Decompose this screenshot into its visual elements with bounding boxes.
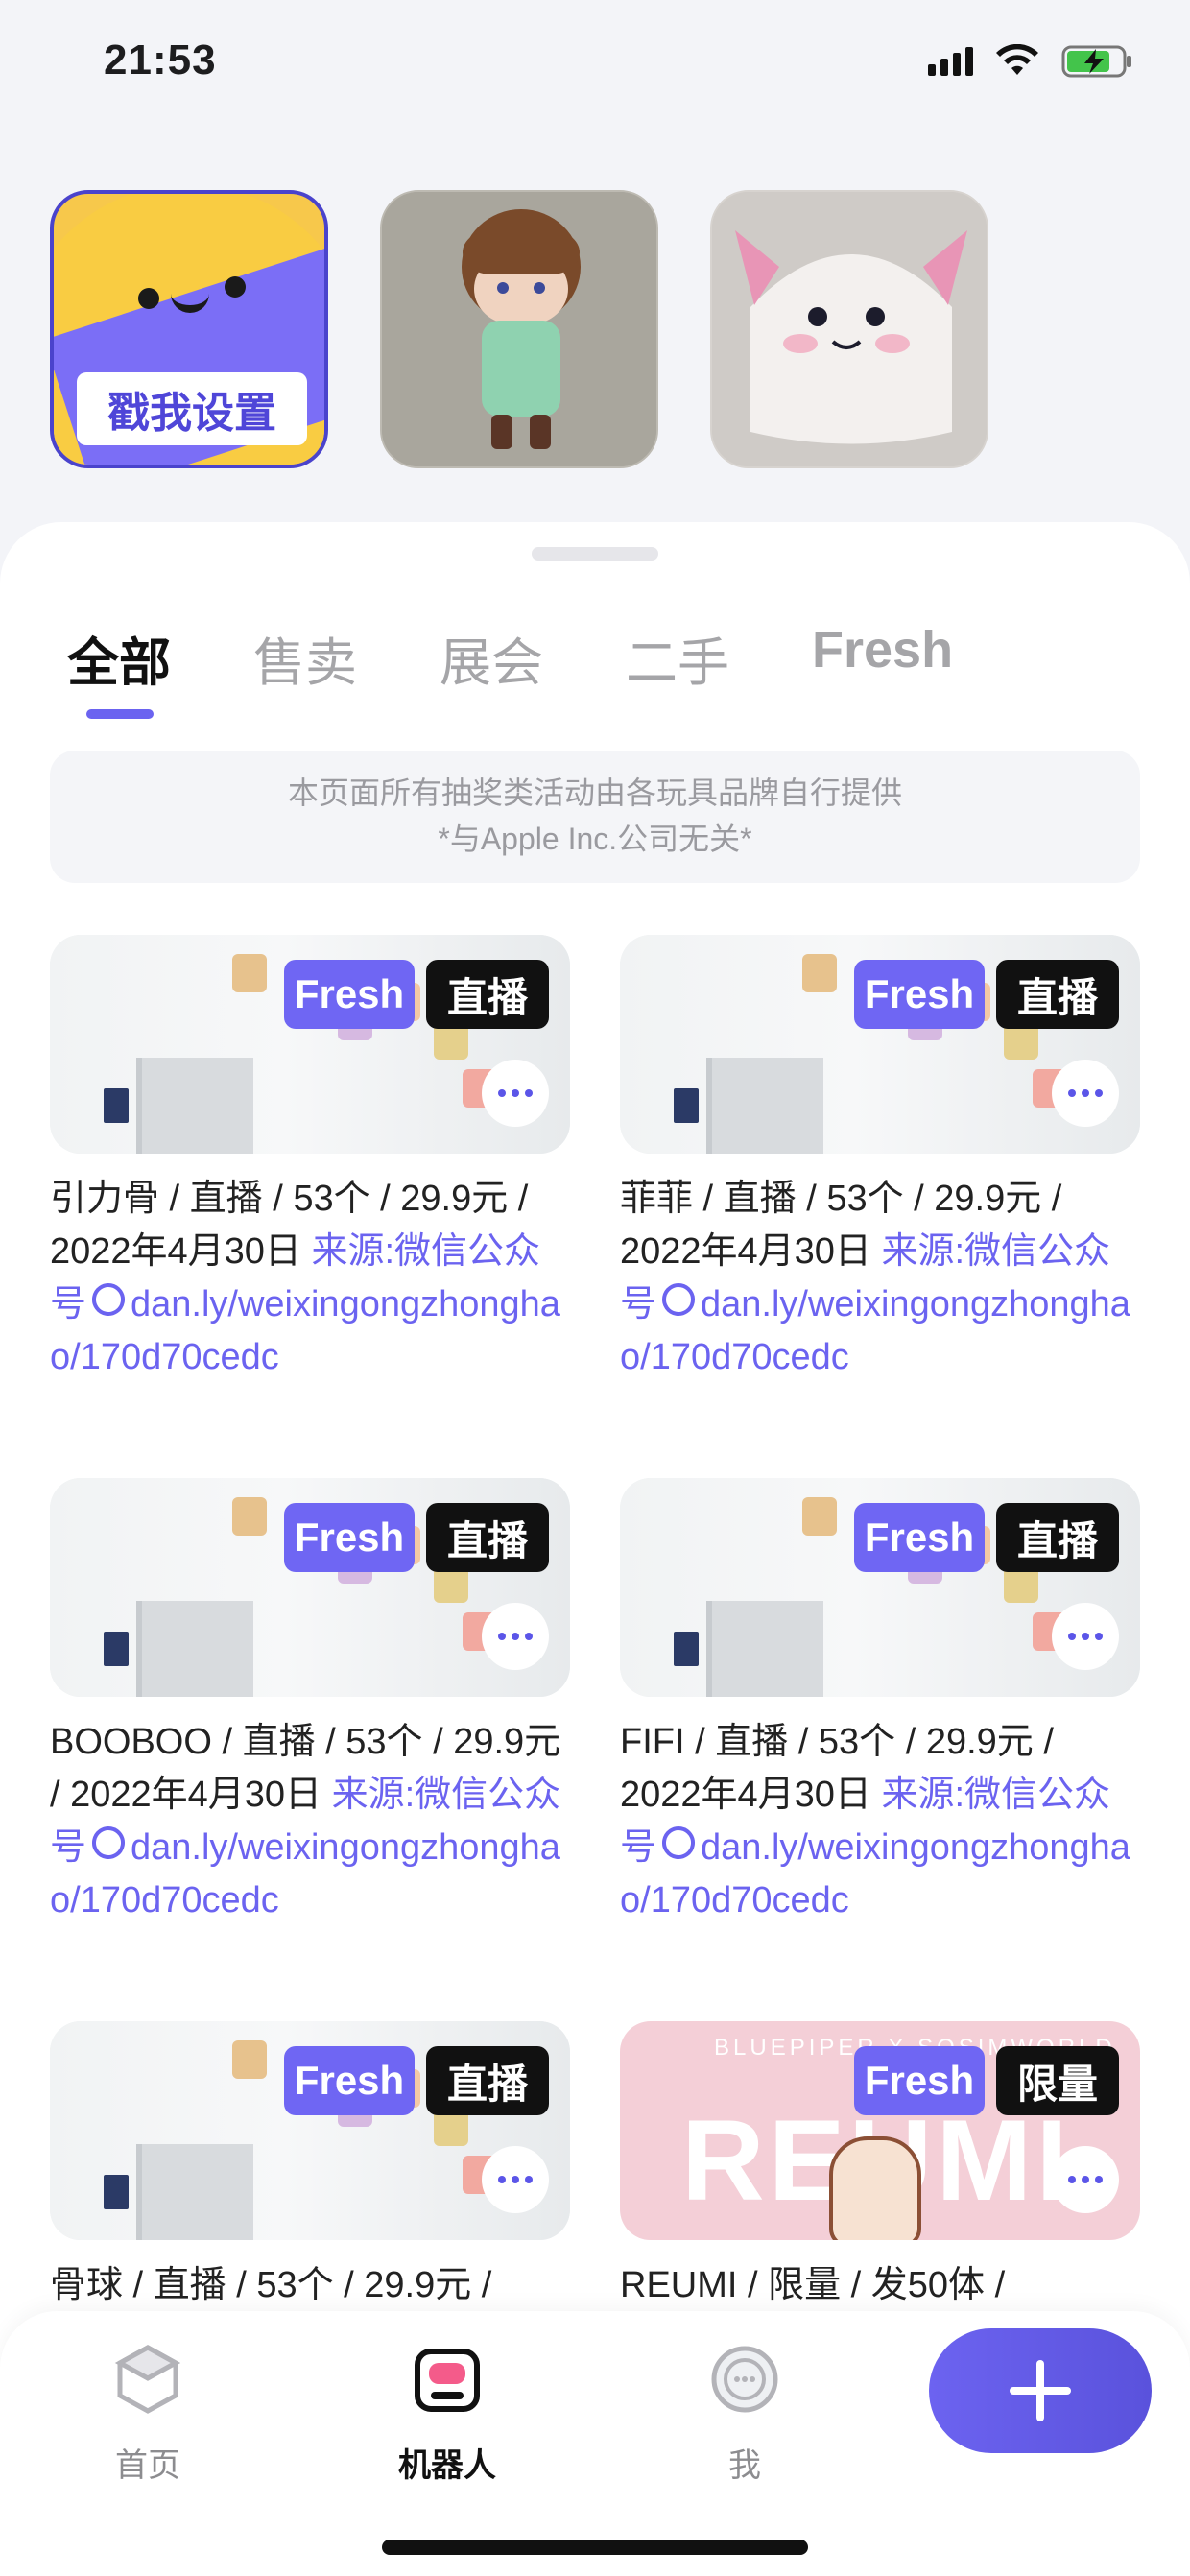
status-icons	[928, 44, 1134, 79]
card-info: 骨球 / 直播 / 53个 / 29.9元 /	[50, 2265, 492, 2305]
more-button[interactable]	[1052, 1060, 1119, 1127]
event-thumbnail: Fresh 直播	[50, 935, 570, 1154]
robot-icon	[415, 2349, 480, 2412]
add-button[interactable]	[929, 2328, 1152, 2453]
type-badge: 限量	[996, 2046, 1119, 2115]
nav-home[interactable]: 首页	[71, 2342, 225, 2486]
card-description: 骨球 / 直播 / 53个 / 29.9元 /	[50, 2259, 570, 2312]
status-bar: 21:53	[0, 0, 1190, 134]
event-thumbnail: Fresh 直播	[50, 2021, 570, 2240]
toy-avatar-ghost[interactable]	[710, 190, 988, 468]
nav-robot[interactable]: 机器人	[370, 2342, 524, 2486]
type-badge: 直播	[426, 960, 549, 1029]
event-thumbnail: Fresh 直播	[620, 1478, 1140, 1697]
card-link[interactable]: dan.ly/weixingongzhonghao/170d70cedc	[620, 1827, 1130, 1920]
card-description: FIFI / 直播 / 53个 / 29.9元 / 2022年4月30日 来源:…	[620, 1716, 1140, 1927]
girl-figure-image	[382, 192, 656, 466]
ghost-figure-image	[712, 192, 987, 466]
setup-label: 戳我设置	[77, 372, 307, 445]
link-icon	[85, 1820, 131, 1866]
more-button[interactable]	[1052, 2146, 1119, 2213]
event-card[interactable]: Fresh 直播 FIFI / 直播 / 53个 / 29.9元 / 2022年…	[620, 1478, 1140, 1927]
nav-me[interactable]: 我	[668, 2342, 821, 2486]
cube-icon	[114, 2345, 181, 2414]
signal-icon	[928, 47, 973, 76]
sheet-grabber[interactable]	[532, 547, 658, 561]
toy-avatar-girl[interactable]	[380, 190, 658, 468]
more-button[interactable]	[482, 1060, 549, 1127]
event-card[interactable]: Fresh 直播 菲菲 / 直播 / 53个 / 29.9元 / 2022年4月…	[620, 935, 1140, 1384]
event-card[interactable]: Fresh 直播 引力骨 / 直播 / 53个 / 29.9元 / 2022年4…	[50, 935, 570, 1384]
type-badge: 直播	[426, 1503, 549, 1572]
fresh-badge: Fresh	[854, 2046, 985, 2115]
type-badge: 直播	[996, 960, 1119, 1029]
card-description: REUMI / 限量 / 发50体 /	[620, 2259, 1140, 2312]
notice-line-1: 本页面所有抽奖类活动由各玩具品牌自行提供	[287, 775, 902, 810]
my-avatar-card[interactable]: 戳我设置	[50, 190, 328, 468]
link-icon	[655, 1276, 702, 1323]
event-card[interactable]: Fresh 直播 骨球 / 直播 / 53个 / 29.9元 /	[50, 2021, 570, 2312]
content-sheet: 全部 售卖 展会 二手 Fresh 本页面所有抽奖类活动由各玩具品牌自行提供 *…	[0, 522, 1190, 2576]
card-link[interactable]: dan.ly/weixingongzhonghao/170d70cedc	[50, 1284, 560, 1377]
category-tabs: 全部 售卖 展会 二手 Fresh	[67, 620, 1035, 719]
tab-sale[interactable]: 售卖	[253, 620, 357, 696]
event-card[interactable]: BLUEPIPER X SOSIMWORLD REUMI Fresh 限量 RE…	[620, 2021, 1140, 2312]
plus-icon	[1010, 2360, 1071, 2421]
fresh-badge: Fresh	[284, 2046, 415, 2115]
card-description: 引力骨 / 直播 / 53个 / 29.9元 / 2022年4月30日 来源:微…	[50, 1173, 570, 1384]
fresh-badge: Fresh	[854, 1503, 985, 1572]
link-icon	[85, 1276, 131, 1323]
card-info: REUMI / 限量 / 发50体 /	[620, 2265, 1006, 2305]
fresh-badge: Fresh	[854, 960, 985, 1029]
card-link[interactable]: dan.ly/weixingongzhonghao/170d70cedc	[50, 1827, 560, 1920]
more-button[interactable]	[482, 1603, 549, 1670]
nav-home-label: 首页	[115, 2447, 180, 2484]
avatar-row: 戳我设置	[50, 190, 988, 468]
event-card[interactable]: Fresh 直播 BOOBOO / 直播 / 53个 / 29.9元 / 202…	[50, 1478, 570, 1927]
tab-fresh[interactable]: Fresh	[812, 620, 953, 696]
profile-icon	[711, 2346, 778, 2413]
type-badge: 直播	[426, 2046, 549, 2115]
bottom-nav: 首页 机器人 我	[0, 2311, 1190, 2576]
event-thumbnail: Fresh 直播	[50, 1478, 570, 1697]
home-indicator	[382, 2540, 808, 2555]
reumi-doll	[829, 2136, 921, 2240]
fresh-badge: Fresh	[284, 960, 415, 1029]
status-time: 21:53	[104, 36, 217, 83]
more-button[interactable]	[1052, 1603, 1119, 1670]
event-thumbnail: BLUEPIPER X SOSIMWORLD REUMI Fresh 限量	[620, 2021, 1140, 2240]
tab-all[interactable]: 全部	[67, 620, 171, 719]
tab-secondhand[interactable]: 二手	[626, 620, 729, 696]
tab-exhibition[interactable]: 展会	[440, 620, 543, 696]
link-icon	[655, 1820, 702, 1866]
disclaimer-notice: 本页面所有抽奖类活动由各玩具品牌自行提供 *与Apple Inc.公司无关*	[50, 751, 1140, 883]
type-badge: 直播	[996, 1503, 1119, 1572]
event-thumbnail: Fresh 直播	[620, 935, 1140, 1154]
card-description: 菲菲 / 直播 / 53个 / 29.9元 / 2022年4月30日 来源:微信…	[620, 1173, 1140, 1384]
wifi-icon	[996, 44, 1038, 75]
more-button[interactable]	[482, 2146, 549, 2213]
nav-robot-label: 机器人	[398, 2447, 496, 2484]
notice-line-2: *与Apple Inc.公司无关*	[438, 822, 752, 856]
card-link[interactable]: dan.ly/weixingongzhonghao/170d70cedc	[620, 1284, 1130, 1377]
fresh-badge: Fresh	[284, 1503, 415, 1572]
card-description: BOOBOO / 直播 / 53个 / 29.9元 / 2022年4月30日 来…	[50, 1716, 570, 1927]
battery-charging-icon	[1061, 45, 1131, 78]
nav-me-label: 我	[728, 2447, 761, 2484]
